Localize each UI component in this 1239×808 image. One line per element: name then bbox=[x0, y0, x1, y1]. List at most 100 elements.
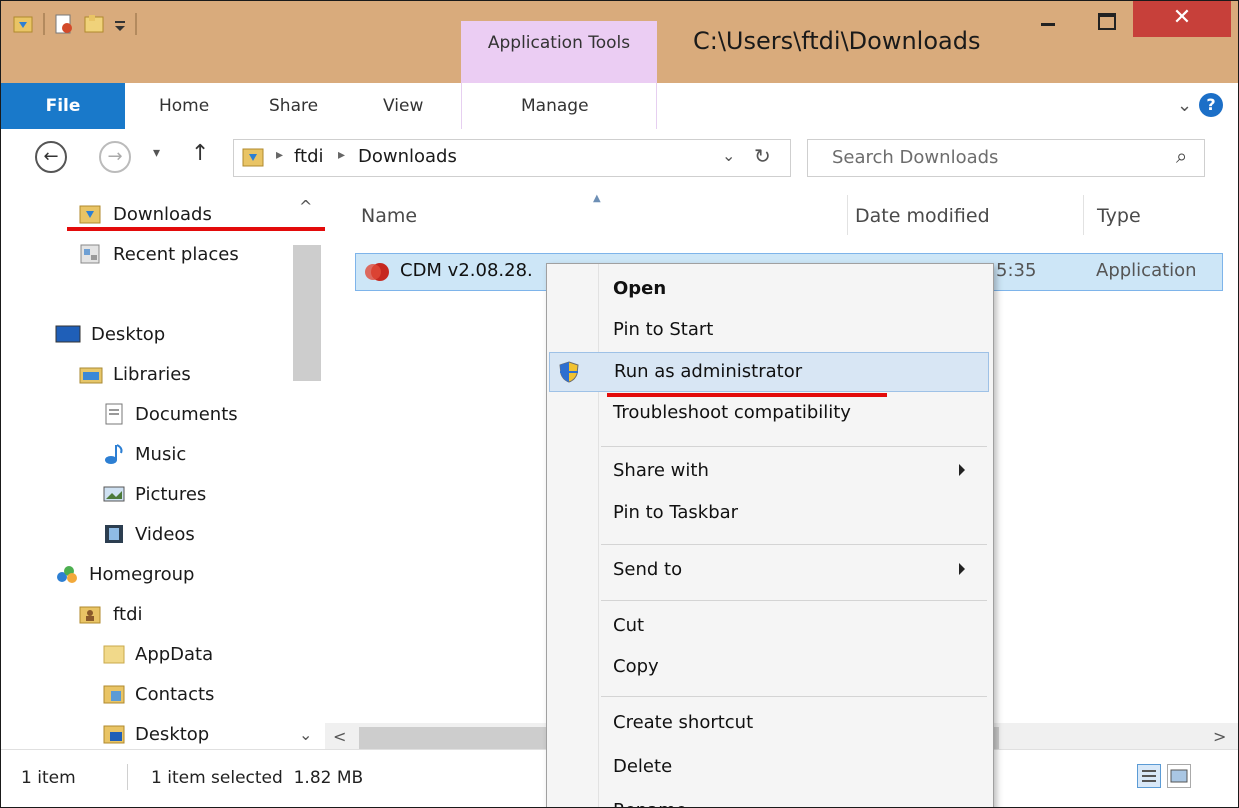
documents-icon bbox=[103, 403, 125, 425]
recent-locations-button[interactable]: ▾ bbox=[153, 145, 160, 161]
forward-button[interactable]: → bbox=[99, 141, 131, 173]
close-button[interactable]: ✕ bbox=[1133, 1, 1231, 37]
up-button[interactable]: ↑ bbox=[191, 141, 209, 166]
nav-scrollbar-thumb[interactable] bbox=[293, 245, 321, 381]
column-header-name[interactable]: Name bbox=[361, 205, 417, 227]
tab-file[interactable]: File bbox=[1, 83, 125, 129]
menu-item-label: Run as administrator bbox=[614, 361, 803, 382]
nav-item-videos[interactable]: Videos bbox=[103, 517, 195, 551]
menu-item-send-to[interactable]: Send to bbox=[549, 551, 989, 591]
status-item-count: 1 item bbox=[21, 768, 76, 788]
properties-icon[interactable] bbox=[53, 13, 75, 35]
menu-item-delete[interactable]: Delete bbox=[549, 748, 989, 788]
nav-item-homegroup[interactable]: Homegroup bbox=[55, 557, 194, 591]
back-button[interactable]: ← bbox=[35, 141, 67, 173]
menu-separator bbox=[601, 446, 987, 447]
desktop-icon bbox=[55, 323, 81, 345]
file-name: CDM v2.08.28. bbox=[400, 260, 533, 281]
breadcrumb-ftdi[interactable]: ftdi bbox=[294, 146, 324, 167]
details-view-icon[interactable] bbox=[1137, 764, 1161, 788]
menu-separator bbox=[601, 696, 987, 697]
file-date: 5:35 bbox=[996, 260, 1037, 281]
navigation-bar: ← → ▾ ↑ ▸ ftdi ▸ Downloads ⌄ ↻ Search Do… bbox=[1, 129, 1238, 187]
refresh-icon[interactable]: ↻ bbox=[754, 144, 771, 168]
menu-item-pin-to-taskbar[interactable]: Pin to Taskbar bbox=[549, 494, 989, 534]
contextual-tab-header: Application Tools bbox=[461, 21, 657, 83]
menu-item-open[interactable]: Open bbox=[549, 270, 989, 310]
uac-shield-icon bbox=[558, 361, 580, 383]
music-icon bbox=[103, 443, 125, 465]
menu-item-create-shortcut[interactable]: Create shortcut bbox=[549, 704, 989, 744]
nav-item-recent-places[interactable]: Recent places bbox=[79, 237, 239, 271]
maximize-button[interactable] bbox=[1081, 1, 1129, 37]
nav-item-pictures[interactable]: Pictures bbox=[103, 477, 206, 511]
breadcrumb-downloads[interactable]: Downloads bbox=[358, 146, 457, 167]
nav-item-libraries[interactable]: Libraries bbox=[79, 357, 191, 391]
expand-ribbon-icon[interactable]: ⌄ bbox=[1177, 83, 1192, 129]
nav-scroll-up-button[interactable]: ^ bbox=[299, 197, 312, 216]
column-divider bbox=[1083, 195, 1084, 235]
tab-share[interactable]: Share bbox=[269, 83, 318, 129]
menu-item-copy[interactable]: Copy bbox=[549, 648, 989, 688]
nav-item-downloads[interactable]: Downloads bbox=[79, 197, 212, 231]
annotation-underline-downloads bbox=[67, 227, 345, 231]
help-icon[interactable]: ? bbox=[1199, 93, 1223, 117]
tab-home[interactable]: Home bbox=[159, 83, 209, 129]
toolbar-separator bbox=[43, 13, 45, 35]
nav-item-documents[interactable]: Documents bbox=[103, 397, 238, 431]
title-bar: Application Tools C:\Users\ftdi\Download… bbox=[1, 1, 1238, 83]
contextual-tab-label: Application Tools bbox=[487, 33, 631, 53]
nav-item-music[interactable]: Music bbox=[103, 437, 186, 471]
user-folder-icon bbox=[79, 603, 103, 625]
menu-item-share-with[interactable]: Share with bbox=[549, 452, 989, 492]
submenu-arrow-icon bbox=[959, 464, 965, 476]
downloads-folder-icon[interactable] bbox=[13, 13, 35, 35]
scroll-left-button[interactable]: < bbox=[333, 727, 346, 746]
scroll-right-button[interactable]: > bbox=[1213, 727, 1226, 746]
nav-item-desktop[interactable]: Desktop bbox=[55, 317, 165, 351]
search-placeholder: Search Downloads bbox=[832, 147, 999, 168]
menu-item-label: Pin to Start bbox=[613, 319, 714, 340]
menu-separator bbox=[601, 544, 987, 545]
nav-item-label: Documents bbox=[135, 403, 238, 425]
menu-item-run-as-administrator[interactable]: Run as administrator bbox=[549, 352, 989, 392]
customize-qat-icon[interactable] bbox=[113, 13, 127, 35]
nav-scroll-down-button[interactable]: ⌄ bbox=[299, 725, 312, 744]
menu-item-pin-to-start[interactable]: Pin to Start bbox=[549, 311, 989, 351]
nav-item-desktop-folder[interactable]: Desktop bbox=[103, 717, 209, 751]
menu-item-label: Copy bbox=[613, 656, 659, 677]
large-icons-view-icon[interactable] bbox=[1167, 764, 1191, 788]
nav-item-contacts[interactable]: Contacts bbox=[103, 677, 214, 711]
search-box[interactable]: Search Downloads ⌕ bbox=[807, 139, 1205, 177]
nav-item-label: Desktop bbox=[135, 723, 210, 745]
nav-item-appdata[interactable]: AppData bbox=[103, 637, 213, 671]
menu-item-label: Rename bbox=[613, 800, 687, 807]
search-icon[interactable]: ⌕ bbox=[1176, 144, 1187, 168]
nav-item-label: Music bbox=[135, 443, 187, 465]
sort-indicator-icon: ▲ bbox=[593, 193, 601, 204]
menu-item-label: Share with bbox=[613, 460, 709, 481]
menu-item-rename[interactable]: Rename bbox=[549, 792, 989, 807]
folder-icon bbox=[103, 643, 125, 665]
navigation-pane: Downloads Recent places Desktop Librarie… bbox=[1, 187, 325, 745]
setup-application-icon bbox=[364, 262, 392, 282]
nav-item-label: ftdi bbox=[113, 603, 143, 625]
context-menu: Open Pin to Start Run as administrator T… bbox=[546, 263, 994, 807]
file-type: Application bbox=[1096, 260, 1197, 281]
videos-icon bbox=[103, 523, 125, 545]
address-bar[interactable]: ▸ ftdi ▸ Downloads ⌄ ↻ bbox=[233, 139, 791, 177]
column-header-date[interactable]: Date modified bbox=[855, 205, 990, 227]
nav-item-ftdi[interactable]: ftdi bbox=[79, 597, 143, 631]
tab-manage[interactable]: Manage bbox=[521, 83, 589, 129]
menu-item-cut[interactable]: Cut bbox=[549, 607, 989, 647]
toolbar-separator bbox=[135, 13, 137, 35]
menu-item-label: Cut bbox=[613, 615, 645, 636]
minimize-button[interactable] bbox=[1023, 1, 1071, 37]
nav-item-label: AppData bbox=[135, 643, 214, 665]
new-folder-icon[interactable] bbox=[83, 13, 105, 35]
address-dropdown-button[interactable]: ⌄ bbox=[722, 146, 735, 165]
menu-item-label: Send to bbox=[613, 559, 683, 580]
column-header-type[interactable]: Type bbox=[1097, 205, 1141, 227]
tab-view[interactable]: View bbox=[383, 83, 423, 129]
menu-item-troubleshoot-compatibility[interactable]: Troubleshoot compatibility bbox=[549, 394, 989, 434]
